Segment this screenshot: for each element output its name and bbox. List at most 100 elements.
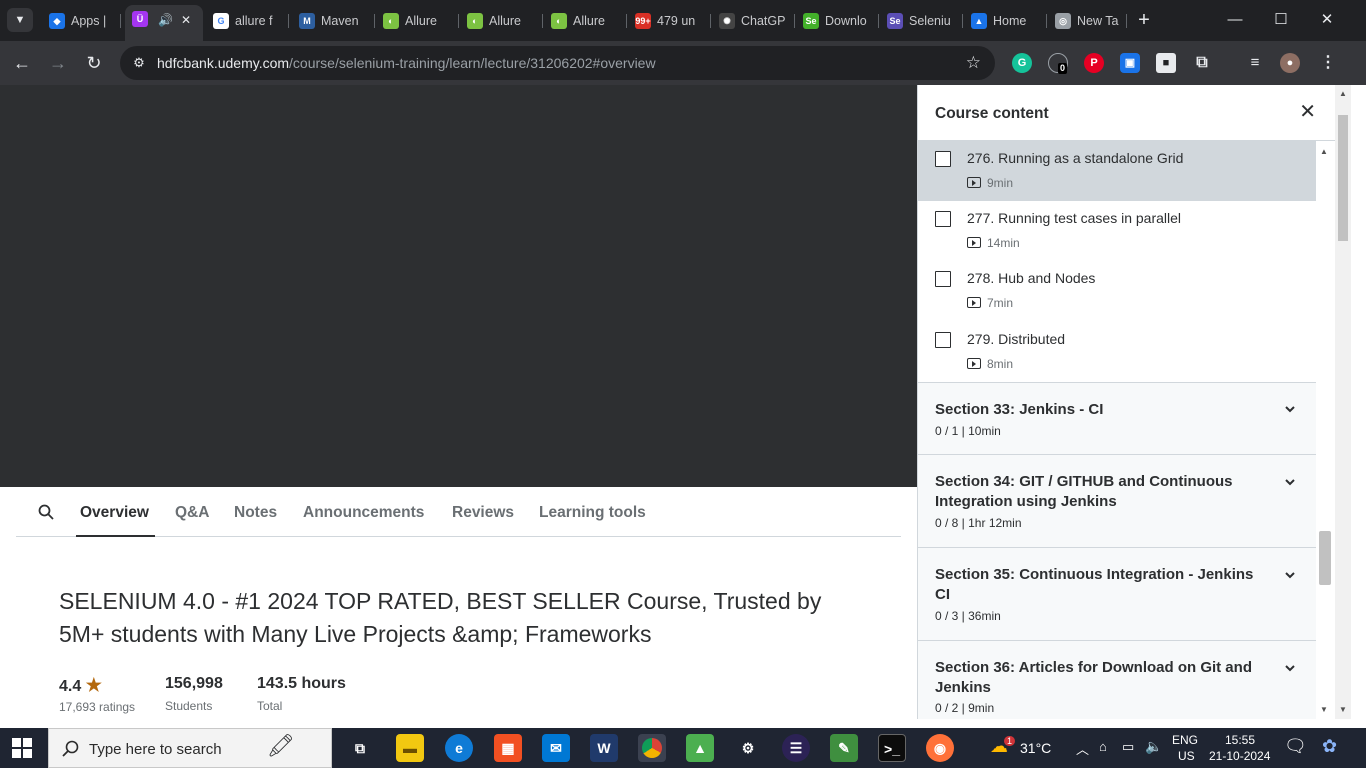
page-scroll-up-icon[interactable]: ▲ [1339,89,1347,98]
browser-tab[interactable]: Se Seleniu [879,7,963,35]
close-window-icon[interactable]: ✕ [1314,8,1340,32]
tray-network-icon[interactable]: ⌂ [1099,739,1107,754]
tab-title: Allure [489,14,521,28]
chevron-down-icon[interactable] [1284,662,1296,674]
tab-close-icon[interactable]: ✕ [181,5,191,35]
extension-icon[interactable]: 0 [1048,53,1068,74]
browser-tab[interactable]: ◎ New Ta [1047,7,1127,35]
tab-search-button[interactable]: ▼ [7,8,33,32]
tab-favicon-icon: ◐ [467,13,483,29]
lecture-item[interactable]: 279. Distributed 8min [918,322,1316,382]
language-code[interactable]: ENG [1172,733,1198,747]
sidebar-scrollbar[interactable]: ▲ ▼ [1316,141,1336,719]
webex-icon[interactable]: W [590,734,618,762]
store-icon[interactable]: ▦ [494,734,522,762]
file-explorer-icon[interactable]: ▬ [396,734,424,762]
region-code[interactable]: US [1178,749,1195,763]
tab-learning-tools[interactable]: Learning tools [539,504,646,522]
tray-chevron-icon[interactable]: ︿ [1076,739,1089,758]
new-tab-button[interactable]: + [1131,8,1157,32]
chevron-down-icon[interactable] [1284,403,1296,415]
eclipse-icon[interactable]: ☰ [782,734,810,762]
settings-gear-icon[interactable]: ⚙ [734,734,762,762]
chevron-down-icon[interactable] [1284,569,1296,581]
sheet-app-icon[interactable]: ✎ [830,734,858,762]
page-scroll-thumb[interactable] [1338,115,1348,241]
section-header[interactable]: Section 35: Continuous Integration - Jen… [918,547,1316,640]
lecture-item[interactable]: 278. Hub and Nodes 7min [918,261,1316,321]
mail-icon[interactable]: ✉ [542,734,570,762]
volume-icon[interactable]: 🔈 [1145,738,1162,755]
firefox-icon[interactable]: ◉ [926,734,954,762]
edge-icon[interactable]: e [445,734,473,762]
taskbar-search-box[interactable]: Type here to search 🖍 [48,728,332,768]
sidebar-scroll-thumb[interactable] [1319,531,1331,585]
search-icon[interactable] [38,504,54,520]
browser-tab[interactable]: Gallure f [205,7,289,35]
browser-menu-icon[interactable]: ⋮ [1318,53,1338,73]
tab-title: allure f [235,14,273,28]
copilot-icon[interactable]: ✿ [1322,736,1337,757]
section-header[interactable]: Section 33: Jenkins - CI 0 / 1 | 10min [918,382,1316,454]
students-label: Students [165,699,213,713]
forward-icon[interactable]: → [44,49,72,77]
tab-qa[interactable]: Q&A [175,504,209,522]
browser-tab[interactable]: ◆ Apps | [41,7,121,35]
site-info-icon[interactable]: ⚙ [130,54,148,72]
browser-tab[interactable]: Se Downlo [795,7,879,35]
weather-temp[interactable]: 31°C [1020,740,1051,756]
clipper-extension-icon[interactable]: ■ [1156,53,1176,73]
lecture-checkbox[interactable] [935,332,951,348]
windows-start-icon[interactable] [12,738,32,758]
profile-avatar[interactable]: ● [1280,53,1300,73]
tab-audio-icon[interactable]: 🔊 [158,5,173,35]
screen-capture-extension-icon[interactable]: ▣ [1120,53,1140,73]
pinterest-extension-icon[interactable]: P [1084,53,1104,73]
terminal-icon[interactable]: >_ [878,734,906,762]
scroll-down-arrow-icon[interactable]: ▼ [1320,705,1328,714]
extensions-puzzle-icon[interactable]: ⧉ [1192,53,1212,73]
minimize-icon[interactable]: — [1222,8,1248,32]
star-icon: ★ [85,675,102,695]
grammarly-extension-icon[interactable]: G [1012,53,1032,73]
battery-icon[interactable]: ▭ [1122,739,1134,755]
lecture-checkbox[interactable] [935,211,951,227]
section-header[interactable]: Section 36: Articles for Download on Git… [918,640,1316,719]
section-header[interactable]: Section 34: GIT / GITHUB and Continuous … [918,454,1316,547]
page-scroll-down-icon[interactable]: ▼ [1339,705,1347,714]
lecture-item[interactable]: 277. Running test cases in parallel 14mi… [918,201,1316,261]
browser-tab[interactable]: 99+ 479 un [627,7,711,35]
scroll-up-arrow-icon[interactable]: ▲ [1320,147,1328,156]
lecture-item[interactable]: 276. Running as a standalone Grid 9min [918,141,1316,201]
tab-announcements[interactable]: Announcements [303,504,424,522]
reload-icon[interactable]: ↻ [80,49,108,77]
url-text[interactable]: hdfcbank.udemy.com/course/selenium-train… [157,46,656,80]
bookmark-star-icon[interactable]: ☆ [966,46,981,80]
lecture-checkbox[interactable] [935,151,951,167]
notifications-icon[interactable]: 🗨 [1284,736,1307,757]
clock-time[interactable]: 15:55 [1225,733,1255,747]
video-player[interactable] [0,85,917,487]
page-scrollbar[interactable]: ▲ ▼ [1335,85,1351,719]
media-control-icon[interactable]: ≡ [1245,53,1265,73]
chevron-down-icon[interactable] [1284,476,1296,488]
browser-tab[interactable]: ◐ Allure [375,7,459,35]
clock-date[interactable]: 21-10-2024 [1209,749,1270,763]
browser-tab[interactable]: ✺ ChatGP [711,7,795,35]
browser-tab[interactable]: Ü 🔊 ✕ [125,5,203,41]
back-icon[interactable]: ← [8,49,36,77]
maximize-icon[interactable]: ☐ [1268,8,1294,32]
browser-tab[interactable]: M Maven [291,7,375,35]
browser-tab[interactable]: ◐ Allure [543,7,627,35]
browser-tab[interactable]: ◐ Allure [459,7,543,35]
address-bar[interactable]: ⚙ hdfcbank.udemy.com/course/selenium-tra… [120,46,995,80]
browser-tab[interactable]: ▲ Home [963,7,1047,35]
chrome-icon[interactable] [638,734,666,762]
lecture-checkbox[interactable] [935,271,951,287]
tab-overview[interactable]: Overview [80,504,149,522]
tab-notes[interactable]: Notes [234,504,277,522]
task-view-icon[interactable]: ⧉ [346,734,374,762]
tab-reviews[interactable]: Reviews [452,504,514,522]
remote-desktop-icon[interactable]: ▲ [686,734,714,762]
close-icon[interactable]: ✕ [1299,101,1316,123]
